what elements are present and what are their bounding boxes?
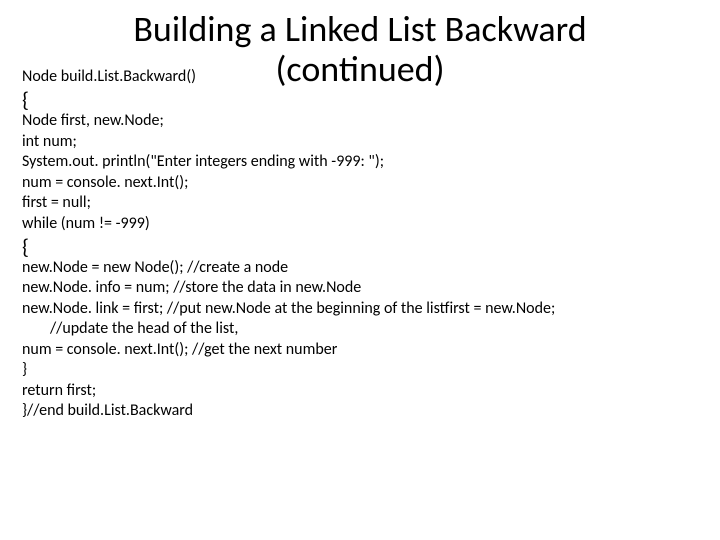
code-line: System.out. println("Enter integers endi… (22, 152, 698, 172)
code-line: } (22, 360, 698, 380)
open-brace-1: { (22, 89, 698, 111)
code-line: }//end build.List.Backward (22, 401, 698, 421)
open-brace-2: { (22, 236, 698, 258)
code-block-1: Node first, new.Node; int num; System.ou… (22, 111, 698, 234)
code-line: int num; (22, 132, 698, 152)
code-line: new.Node. info = num; //store the data i… (22, 278, 698, 298)
code-line: num = console. next.Int(); //get the nex… (22, 340, 698, 360)
slide: Building a Linked List Backward (continu… (0, 0, 720, 540)
code-line-continuation: //update the head of the list, (22, 319, 698, 339)
code-line: first = null; (22, 193, 698, 213)
code-line: Node first, new.Node; (22, 111, 698, 131)
title-line-2: (continued) (275, 47, 444, 91)
code-line: while (num != -999) (22, 214, 698, 234)
code-block-2: new.Node = new Node(); //create a node n… (22, 258, 698, 422)
code-line: new.Node. link = first; //put new.Node a… (22, 299, 698, 319)
title-line-1: Building a Linked List Backward (133, 7, 586, 51)
code-line: new.Node = new Node(); //create a node (22, 258, 698, 278)
code-line: num = console. next.Int(); (22, 173, 698, 193)
code-line: return first; (22, 381, 698, 401)
